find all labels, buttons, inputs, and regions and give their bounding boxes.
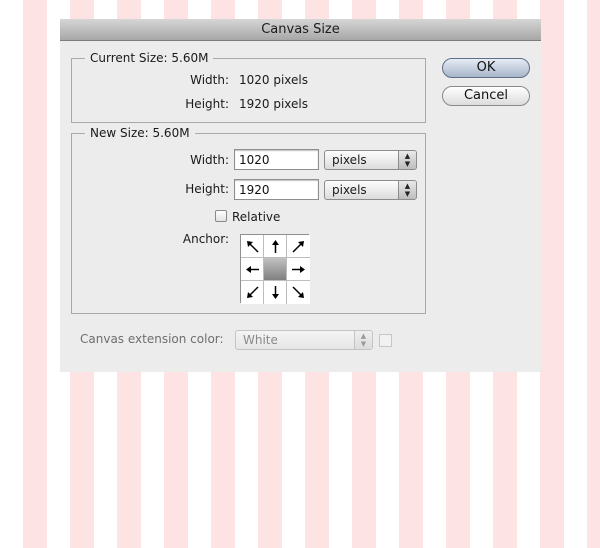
anchor-grid[interactable]: [240, 234, 310, 304]
arrow-up-icon: [271, 239, 279, 253]
current-width-label: Width:: [190, 73, 229, 87]
anchor-top[interactable]: [264, 235, 287, 258]
extension-color-label: Canvas extension color:: [80, 332, 224, 346]
cancel-button[interactable]: Cancel: [442, 86, 530, 106]
new-size-legend: New Size: 5.60M: [85, 125, 195, 141]
arrow-up-right-icon: [292, 240, 304, 253]
current-size-legend: Current Size: 5.60M: [85, 50, 214, 66]
updown-arrows-icon: ▲ ▼: [398, 181, 416, 199]
extension-color-select[interactable]: White ▲ ▼: [235, 330, 373, 350]
dialog-title[interactable]: Canvas Size: [60, 19, 541, 41]
anchor-bottom-right[interactable]: [287, 281, 310, 304]
arrow-down-left-icon: [246, 286, 259, 298]
anchor-top-right[interactable]: [287, 235, 310, 258]
ok-button[interactable]: OK: [442, 58, 530, 78]
updown-arrows-icon: ▲ ▼: [354, 331, 372, 349]
arrow-down-icon: [271, 286, 279, 299]
height-unit-select[interactable]: pixels ▲ ▼: [324, 180, 417, 200]
canvas-size-dialog: Canvas Size Current Size: 5.60M Width: 1…: [60, 19, 541, 372]
new-width-input[interactable]: [234, 149, 319, 170]
anchor-label: Anchor:: [182, 232, 229, 246]
width-unit-value: pixels: [332, 153, 367, 167]
anchor-top-left[interactable]: [241, 235, 264, 258]
extension-color-value: White: [243, 333, 278, 347]
current-size-group: Current Size: 5.60M Width: 1020 pixels H…: [71, 50, 426, 123]
anchor-right[interactable]: [287, 258, 310, 281]
new-height-input[interactable]: [234, 179, 319, 200]
arrow-left-icon: [245, 265, 259, 273]
height-unit-value: pixels: [332, 183, 367, 197]
current-width-value: 1020 pixels: [239, 73, 309, 87]
updown-arrows-icon: ▲ ▼: [398, 151, 416, 169]
anchor-center[interactable]: [264, 258, 287, 281]
new-width-label: Width:: [190, 153, 229, 167]
relative-checkbox[interactable]: [215, 210, 227, 222]
current-height-label: Height:: [185, 97, 229, 111]
relative-label[interactable]: Relative: [232, 209, 280, 225]
arrow-up-left-icon: [246, 240, 259, 253]
arrow-right-icon: [292, 265, 305, 273]
anchor-bottom-left[interactable]: [241, 281, 264, 304]
anchor-left[interactable]: [241, 258, 264, 281]
width-unit-select[interactable]: pixels ▲ ▼: [324, 150, 417, 170]
current-height-value: 1920 pixels: [239, 97, 309, 111]
new-height-label: Height:: [185, 182, 229, 196]
extension-color-swatch[interactable]: [379, 334, 392, 347]
anchor-bottom[interactable]: [264, 281, 287, 304]
arrow-down-right-icon: [292, 286, 304, 298]
